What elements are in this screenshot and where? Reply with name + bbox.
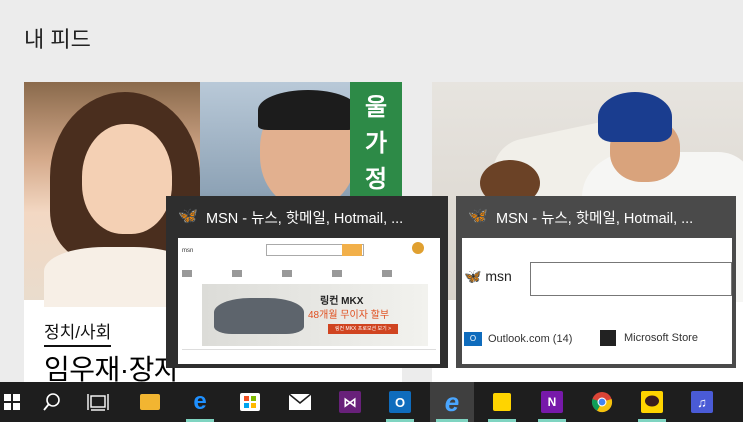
task-view-button[interactable] [78,382,118,422]
thumbnail-preview[interactable]: 🦋 msn O Outlook.com (14) Microsoft Store [462,238,732,364]
outlook-icon: O [389,391,411,413]
task-view-icon [87,391,109,413]
windows-logo-icon [1,391,23,413]
ie-icon: e [444,386,460,417]
preview-footer [182,349,436,360]
taskbar-mail[interactable] [280,382,320,422]
thumbnail-title: MSN - 뉴스, 핫메일, Hotmail, ... [496,210,694,227]
start-button[interactable] [0,382,32,422]
media-app-icon: ♫ [691,391,713,413]
taskbar-store[interactable] [230,382,270,422]
thumbnail-preview[interactable]: msn 링컨 MKX 48개월 무이자 할부 링컨 MKX 프로모션 보기 > [178,238,440,364]
folder-icon [140,394,160,410]
taskbar-chrome[interactable] [582,382,622,422]
preview-ad-button: 링컨 MKX 프로모션 보기 > [328,324,398,334]
msn-butterfly-icon: 🦋 [468,208,488,225]
preview-store-link: Microsoft Store [600,330,698,346]
taskbar-thumbnail-2[interactable]: 🦋 MSN - 뉴스, 핫메일, Hotmail, ... 🦋 msn O Ou… [456,196,736,368]
taskbar-thumbnail-1[interactable]: 🦋 MSN - 뉴스, 핫메일, Hotmail, ... msn 링컨 MKX… [166,196,448,368]
thumbnail-header: 🦋 MSN - 뉴스, 핫메일, Hotmail, ... [456,196,736,238]
search-icon [41,391,63,413]
sign-text: 울가정 [364,94,388,193]
thumbnail-title: MSN - 뉴스, 핫메일, Hotmail, ... [206,210,404,227]
onenote-icon: N [541,391,563,413]
preview-ad-subtitle: 48개월 무이자 할부 [308,310,390,321]
preview-search-box [530,262,732,296]
edge-icon: e [193,388,207,415]
taskbar-outlook[interactable]: O [380,382,420,422]
taskbar-kakaotalk[interactable] [632,382,672,422]
store-bag-icon [600,330,616,346]
taskbar-media-app[interactable]: ♫ [682,382,722,422]
taskbar-internet-explorer[interactable]: e [430,382,474,422]
store-bag-icon [240,393,260,411]
chrome-icon [591,391,613,413]
preview-ad-title: 링컨 MKX [320,296,364,307]
card-category[interactable]: 정치/사회 [44,318,112,347]
taskbar-file-explorer[interactable] [130,382,170,422]
preview-car-image [214,298,304,334]
sticky-notes-icon [493,393,511,411]
taskbar-edge[interactable]: e [180,382,220,422]
taskbar-onenote[interactable]: N [532,382,572,422]
taskbar: e ⋈ O e N ♫ [0,382,743,422]
search-button[interactable] [32,382,72,422]
preview-outlook-link: O Outlook.com (14) [464,332,572,346]
msn-butterfly-icon: 🦋 [178,208,198,225]
outlook-icon: O [464,332,482,346]
chat-icon [641,391,663,413]
preview-msn-logo: 🦋 msn [464,268,512,284]
avatar [412,242,424,254]
preview-msn-logo: msn [182,248,194,254]
thumbnail-header: 🦋 MSN - 뉴스, 핫메일, Hotmail, ... [166,196,448,238]
preview-shortcut-row [182,264,436,277]
feed-title: 내 피드 [24,27,91,52]
card-headline[interactable]: 임우재·장자 [44,348,180,382]
mail-icon [289,391,311,413]
taskbar-visual-studio[interactable]: ⋈ [330,382,370,422]
preview-bing-button [342,244,362,256]
taskbar-sticky-notes[interactable] [482,382,522,422]
visual-studio-icon: ⋈ [339,391,361,413]
